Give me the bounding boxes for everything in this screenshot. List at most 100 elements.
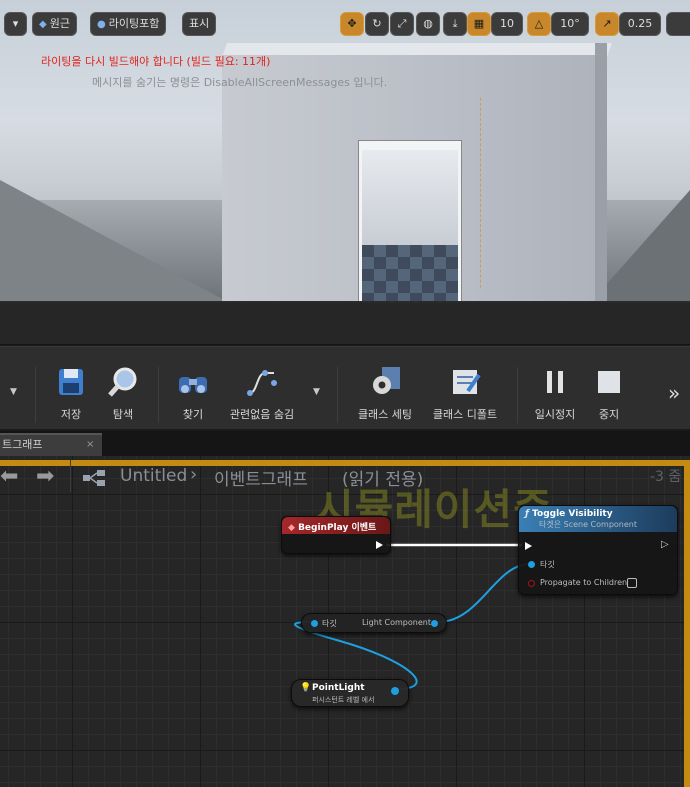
scale-snap-toggle[interactable]: ↗ xyxy=(595,12,619,36)
rotate-icon: ↻ xyxy=(372,17,382,30)
class-settings-button[interactable]: 클래스 세팅 xyxy=(350,365,420,422)
browse-label: 탐색 xyxy=(112,408,134,421)
class-defaults-label: 클래스 디폴트 xyxy=(432,408,498,421)
save-button[interactable]: 저장 xyxy=(48,365,94,422)
target-in-pin[interactable] xyxy=(528,561,535,568)
toolbar-separator xyxy=(517,367,518,423)
grid-snap-value[interactable]: 10 xyxy=(491,12,523,36)
chevron-down-icon[interactable]: ▼ xyxy=(10,387,17,397)
chevron-down-icon: ▾ xyxy=(12,17,19,30)
getter-target-label: 타깃 xyxy=(322,619,337,628)
world-local-toggle[interactable]: ◍ xyxy=(416,12,440,36)
exec-out-arrow-icon: ▷ xyxy=(661,539,669,550)
surface-snap-button[interactable]: ⤓ xyxy=(443,12,467,36)
tab-label: 트그래프 xyxy=(2,438,43,451)
rotate-mode-button[interactable]: ↻ xyxy=(365,12,389,36)
toolbar-separator xyxy=(158,367,159,423)
scale-snap-icon: ↗ xyxy=(602,17,612,30)
event-graph-editor[interactable]: 시뮬레이션중 ⬅ ➡ Untitled › 이벤트그래프 (읽기 전용) -3 … xyxy=(0,456,690,787)
lit-sphere-icon: ● xyxy=(97,19,106,30)
angle-icon: △ xyxy=(534,17,544,30)
class-defaults-button[interactable]: 클래스 디폴트 xyxy=(426,365,504,422)
tab-event-graph[interactable]: 트그래프 × xyxy=(0,433,102,456)
toggle-visibility-node[interactable]: ƒ Toggle Visibility 타겟은 Scene Component … xyxy=(518,505,678,595)
begin-play-title: BeginPlay 이벤트 xyxy=(298,523,377,533)
ue-editor-window: ▾ ◆ 원근 ● 라이팅포함 표시 ✥ ↻ ⤢ ◍ ⤓ ▦ 10 △ 10° ↗… xyxy=(0,0,690,787)
rotation-snap-toggle[interactable]: △ xyxy=(527,12,551,36)
globe-icon: ◍ xyxy=(423,17,433,30)
toolbar-separator xyxy=(35,367,36,423)
document-tab-strip: 트그래프 × xyxy=(0,431,690,456)
camera-speed-button[interactable] xyxy=(666,12,690,36)
lit-label: 라이팅포함 xyxy=(108,17,160,30)
perspective-label: 원근 xyxy=(49,17,70,30)
event-diamond-icon: ◆ xyxy=(288,523,295,533)
hide-unrelated-button[interactable]: 관련없음 숨김 xyxy=(222,365,302,422)
lighting-rebuild-warning: 라이팅을 다시 빌드해야 합니다 (빌드 필요: 11개) xyxy=(41,55,271,68)
exec-out-pin[interactable]: ▷ xyxy=(661,539,669,550)
find-icon xyxy=(179,377,207,393)
show-label: 표시 xyxy=(189,17,210,30)
chevron-down-icon[interactable]: ▼ xyxy=(313,387,320,397)
rotation-snap-value[interactable]: 10° xyxy=(551,12,589,36)
level-viewport[interactable]: ▾ ◆ 원근 ● 라이팅포함 표시 ✥ ↻ ⤢ ◍ ⤓ ▦ 10 △ 10° ↗… xyxy=(0,0,690,303)
function-icon: ƒ xyxy=(525,509,529,519)
show-flags-button[interactable]: 표시 xyxy=(182,12,217,36)
pointlight-reference-node[interactable]: 💡 PointLight 퍼시스턴트 레벨 에서 xyxy=(291,679,409,707)
target-pin-label: 타깃 xyxy=(540,560,555,569)
viewport-toolbar: ▾ ◆ 원근 ● 라이팅포함 표시 ✥ ↻ ⤢ ◍ ⤓ ▦ 10 △ 10° ↗… xyxy=(0,10,690,40)
view-mode-lit-button[interactable]: ● 라이팅포함 xyxy=(90,12,167,36)
scale-mode-button[interactable]: ⤢ xyxy=(390,12,414,36)
target-wire xyxy=(437,563,531,623)
exec-in-pin[interactable] xyxy=(525,542,532,550)
close-icon[interactable]: × xyxy=(86,435,94,455)
lightbulb-icon: 💡 xyxy=(300,683,312,693)
toggle-visibility-header: ƒ Toggle Visibility 타겟은 Scene Component xyxy=(519,506,677,532)
perspective-button[interactable]: ◆ 원근 xyxy=(32,12,77,36)
browse-icon xyxy=(108,367,137,397)
propagate-checkbox[interactable] xyxy=(627,578,637,588)
begin-play-header: ◆ BeginPlay 이벤트 xyxy=(282,517,390,534)
hide-unrelated-label: 관련없음 숨김 xyxy=(229,408,295,421)
save-icon xyxy=(59,369,83,395)
grid-snap-toggle[interactable]: ▦ xyxy=(467,12,491,36)
scale-arrows-icon: ⤢ xyxy=(397,17,407,30)
getter-target-pin[interactable] xyxy=(311,620,318,627)
viewport-bottom-band xyxy=(0,303,690,345)
viewport-floor-left xyxy=(0,180,230,301)
grid-snap-value-label: 10 xyxy=(500,17,514,30)
toggle-visibility-title: Toggle Visibility xyxy=(532,509,613,519)
pause-simulation-button[interactable]: 일시정지 xyxy=(530,365,580,422)
stop-simulation-button[interactable]: 중지 xyxy=(586,365,632,422)
class-settings-icon xyxy=(373,367,400,394)
pointlight-subtitle: 퍼시스턴트 레벨 에서 xyxy=(312,696,375,704)
translate-mode-button[interactable]: ✥ xyxy=(340,12,364,36)
getter-output-pin[interactable] xyxy=(431,620,438,627)
surface-snap-icon: ⤓ xyxy=(452,17,458,30)
exec-out-pin[interactable] xyxy=(376,541,383,549)
stop-icon xyxy=(598,371,620,393)
grid-icon: ▦ xyxy=(473,17,485,30)
browse-button[interactable]: 탐색 xyxy=(100,365,146,422)
doorway-checker-floor xyxy=(362,245,458,301)
propagate-in-pin[interactable] xyxy=(528,580,535,587)
pointlight-output-pin[interactable] xyxy=(391,687,399,695)
blueprint-toolbar: ▼ 저장 탐색 찾기 관련없음 숨김 ▼ 클래스 세팅 클래스 디폴트 일시정지… xyxy=(0,346,690,430)
pause-label: 일시정지 xyxy=(534,408,576,421)
scale-snap-value-label: 0.25 xyxy=(627,17,653,30)
class-defaults-icon xyxy=(453,370,481,394)
stop-label: 중지 xyxy=(598,408,620,421)
viewport-options-dropdown[interactable]: ▾ xyxy=(4,12,27,36)
getter-output-label: Light Component xyxy=(362,618,431,627)
rotation-snap-value-label: 10° xyxy=(560,17,580,30)
perspective-cube-icon: ◆ xyxy=(39,19,47,30)
hide-messages-hint: 메시지를 숨기는 명령은 DisableAllScreenMessages 입니… xyxy=(92,76,388,89)
chevron-double-right-icon[interactable]: » xyxy=(668,381,680,405)
scale-snap-value[interactable]: 0.25 xyxy=(619,12,661,36)
find-button[interactable]: 찾기 xyxy=(170,365,216,422)
toolbar-separator xyxy=(337,367,338,423)
light-component-getter-node[interactable]: 타깃 Light Component xyxy=(301,613,447,633)
toggle-visibility-subtitle: 타겟은 Scene Component xyxy=(539,520,638,529)
propagate-pin-label: Propagate to Children xyxy=(540,578,628,587)
begin-play-node[interactable]: ◆ BeginPlay 이벤트 xyxy=(281,516,391,554)
